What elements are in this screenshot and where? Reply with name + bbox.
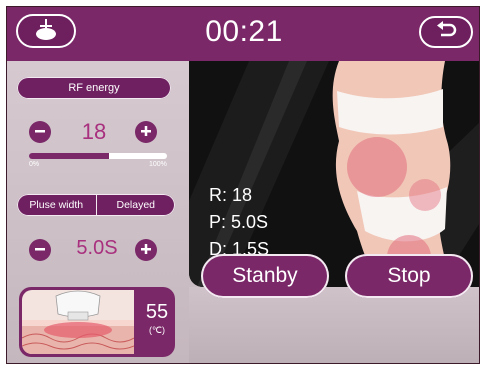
rf-decrease-button[interactable] xyxy=(29,121,51,143)
slider-max-label: 100% xyxy=(149,161,167,168)
pulse-decrease-button[interactable] xyxy=(29,239,51,261)
readout-r: R: 18 xyxy=(209,185,253,205)
action-area xyxy=(189,287,479,363)
minus-icon xyxy=(35,123,45,141)
slider-min-label: 0% xyxy=(29,161,40,168)
handpiece-icon xyxy=(33,17,59,46)
plus-icon xyxy=(141,241,151,259)
rf-energy-slider[interactable] xyxy=(29,153,167,159)
device-screen: 00:21 RF energy 18 0% 100% Pluse width D… xyxy=(6,6,480,364)
handpiece-button[interactable] xyxy=(16,14,76,48)
pulse-value: 5.0S xyxy=(76,237,118,259)
tab-pulse-width[interactable]: Pluse width xyxy=(17,194,96,216)
back-button[interactable] xyxy=(419,16,473,48)
minus-icon xyxy=(35,241,45,259)
header-bar: 00:21 xyxy=(7,7,479,61)
stop-button[interactable]: Stop xyxy=(345,254,473,298)
control-panel: RF energy 18 0% 100% Pluse width Delayed… xyxy=(7,61,189,363)
standby-button[interactable]: Stanby xyxy=(201,254,329,298)
temperature-value: 55 xyxy=(145,301,169,323)
tab-delayed[interactable]: Delayed xyxy=(95,194,176,216)
skin-treatment-image xyxy=(22,290,134,354)
pulse-increase-button[interactable] xyxy=(135,239,157,261)
rf-increase-button[interactable] xyxy=(135,121,157,143)
rf-energy-slider-fill xyxy=(29,153,110,159)
plus-icon xyxy=(141,123,151,141)
rf-energy-value: 18 xyxy=(81,119,107,144)
rf-energy-label: RF energy xyxy=(17,77,171,99)
back-arrow-icon xyxy=(435,20,457,44)
temperature-unit: (℃) xyxy=(148,325,166,335)
session-timer: 00:21 xyxy=(205,15,283,48)
readout-p: P: 5.0S xyxy=(209,212,269,232)
pulse-tab-group: Pluse width Delayed xyxy=(17,194,175,216)
temperature-card: 55 (℃) xyxy=(19,287,175,357)
